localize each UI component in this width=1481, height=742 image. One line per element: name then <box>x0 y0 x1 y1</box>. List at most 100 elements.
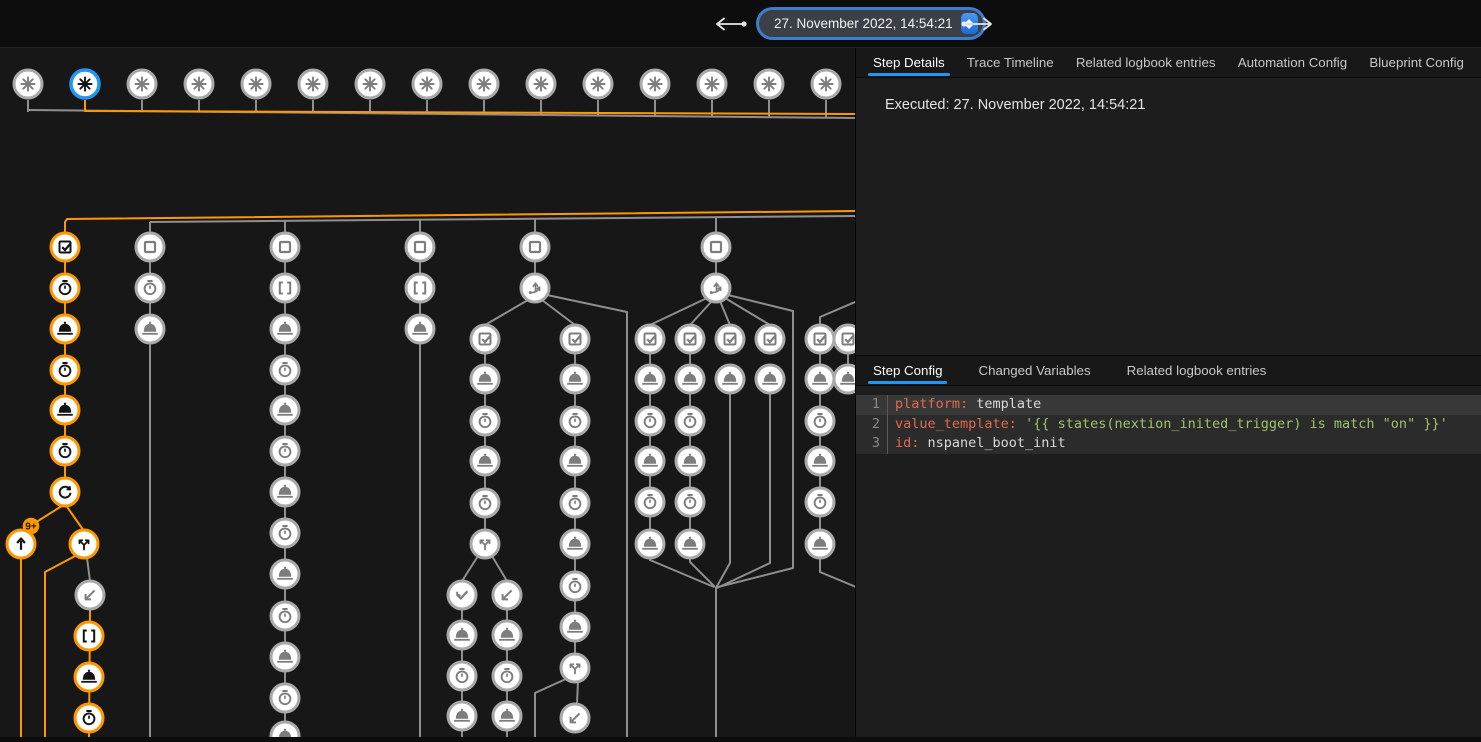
trace-node-bell[interactable] <box>493 702 521 730</box>
trace-node-timer[interactable] <box>51 356 79 384</box>
trace-node-split[interactable] <box>561 654 589 682</box>
trace-run-select[interactable]: 27. November 2022, 14:54:21 <box>759 10 983 37</box>
trace-node-arrow-down-left[interactable] <box>76 581 104 609</box>
trace-node-timer[interactable] <box>636 407 664 435</box>
trace-node-asterisk[interactable] <box>299 70 327 98</box>
trace-node-bell[interactable] <box>271 315 299 343</box>
trace-node-refresh[interactable] <box>51 478 79 506</box>
trace-node-asterisk[interactable] <box>413 70 441 98</box>
trace-node-bell[interactable] <box>676 447 704 475</box>
trace-node-bell[interactable] <box>271 396 299 424</box>
trace-node-asterisk[interactable] <box>812 70 840 98</box>
trace-node-brackets[interactable] <box>75 622 103 650</box>
trace-node-asterisk[interactable] <box>755 70 783 98</box>
trace-node-timer[interactable] <box>75 704 103 732</box>
trace-node-bell[interactable] <box>471 365 499 393</box>
trace-node-asterisk[interactable] <box>698 70 726 98</box>
trace-node-timer[interactable] <box>51 274 79 302</box>
trace-node-arrow-down-left[interactable] <box>493 581 521 609</box>
trace-node-bell[interactable] <box>636 365 664 393</box>
trace-node-timer[interactable] <box>271 356 299 384</box>
trace-node-bell[interactable] <box>676 365 704 393</box>
trace-node-asterisk[interactable] <box>584 70 612 98</box>
trace-node-asterisk[interactable] <box>242 70 270 98</box>
trace-node-checkbox[interactable] <box>51 233 79 261</box>
trace-node-asterisk[interactable] <box>641 70 669 98</box>
trace-node-timer[interactable] <box>271 437 299 465</box>
trace-node-bell[interactable] <box>271 478 299 506</box>
trace-node-bell[interactable] <box>561 447 589 475</box>
trace-node-bell[interactable] <box>271 560 299 588</box>
trace-node-bell[interactable] <box>448 621 476 649</box>
trace-node-bell[interactable] <box>806 447 834 475</box>
tab-automation-config[interactable]: Automation Config <box>1238 48 1347 77</box>
trace-node-asterisk[interactable] <box>470 70 498 98</box>
tab-related-logbook-entries[interactable]: Related logbook entries <box>1076 48 1216 77</box>
trace-node-checkbox[interactable] <box>806 325 834 353</box>
trace-node-timer[interactable] <box>448 662 476 690</box>
trace-node-bell[interactable] <box>806 365 834 393</box>
trace-node-checkbox[interactable] <box>756 325 784 353</box>
trace-node-check-arrow[interactable] <box>448 581 476 609</box>
trace-node-asterisk[interactable] <box>71 70 99 98</box>
trace-node-bell[interactable] <box>561 613 589 641</box>
trace-node-asterisk[interactable] <box>356 70 384 98</box>
trace-node-timer[interactable] <box>636 488 664 516</box>
trace-node-bell[interactable] <box>51 396 79 424</box>
trace-node-timer[interactable] <box>561 407 589 435</box>
trace-node-brackets[interactable] <box>271 274 299 302</box>
trace-node-timer[interactable] <box>471 407 499 435</box>
trace-node-bell[interactable] <box>493 621 521 649</box>
step-config-code-editor[interactable]: 1platform: template2value_template: '{{ … <box>856 395 1481 454</box>
trace-node-arrow-down-left[interactable] <box>561 704 589 732</box>
tab-blueprint-config[interactable]: Blueprint Config <box>1369 48 1464 77</box>
trace-node-square[interactable] <box>702 233 730 261</box>
trace-node-timer[interactable] <box>51 437 79 465</box>
trace-node-asterisk[interactable] <box>185 70 213 98</box>
trace-node-split[interactable] <box>471 530 499 558</box>
tab-related-logbook-entries[interactable]: Related logbook entries <box>1127 356 1267 385</box>
trace-node-bell[interactable] <box>271 643 299 671</box>
trace-node-arrow-up[interactable] <box>7 530 35 558</box>
trace-node-timer[interactable] <box>806 407 834 435</box>
trace-node-bell[interactable] <box>561 530 589 558</box>
trace-node-square[interactable] <box>271 233 299 261</box>
tab-changed-variables[interactable]: Changed Variables <box>978 356 1090 385</box>
trace-node-timer[interactable] <box>676 488 704 516</box>
trace-node-asterisk[interactable] <box>527 70 555 98</box>
trace-node-bell[interactable] <box>676 530 704 558</box>
trace-node-timer[interactable] <box>136 274 164 302</box>
tab-step-details[interactable]: Step Details <box>873 48 945 77</box>
trace-node-bell[interactable] <box>448 702 476 730</box>
trace-node-square[interactable] <box>406 233 434 261</box>
trace-node-checkbox[interactable] <box>471 325 499 353</box>
trace-node-bell[interactable] <box>561 365 589 393</box>
trace-node-bell[interactable] <box>756 365 784 393</box>
trace-node-brackets[interactable] <box>406 274 434 302</box>
trace-node-timer[interactable] <box>561 489 589 517</box>
trace-node-bell[interactable] <box>136 315 164 343</box>
trace-node-bell[interactable] <box>75 663 103 691</box>
trace-node-timer[interactable] <box>493 662 521 690</box>
trace-node-checkbox[interactable] <box>561 325 589 353</box>
trace-node-choose[interactable] <box>702 274 730 302</box>
trace-node-checkbox[interactable] <box>676 325 704 353</box>
trace-node-bell[interactable] <box>806 530 834 558</box>
trace-node-checkbox[interactable] <box>636 325 664 353</box>
trace-node-timer[interactable] <box>471 489 499 517</box>
trace-node-square[interactable] <box>136 233 164 261</box>
trace-node-asterisk[interactable] <box>128 70 156 98</box>
trace-node-asterisk[interactable] <box>14 70 42 98</box>
trace-node-bell[interactable] <box>716 365 744 393</box>
trace-node-checkbox[interactable] <box>834 325 855 353</box>
trace-node-bell[interactable] <box>471 447 499 475</box>
trace-node-bell[interactable] <box>636 447 664 475</box>
trace-node-bell[interactable] <box>636 530 664 558</box>
trace-node-bell[interactable] <box>51 315 79 343</box>
previous-trace-button[interactable] <box>710 15 750 33</box>
trace-node-timer[interactable] <box>806 488 834 516</box>
trace-node-choose[interactable] <box>521 274 549 302</box>
trace-node-split[interactable] <box>70 530 98 558</box>
next-trace-button[interactable] <box>958 15 998 33</box>
trace-node-timer[interactable] <box>271 684 299 712</box>
